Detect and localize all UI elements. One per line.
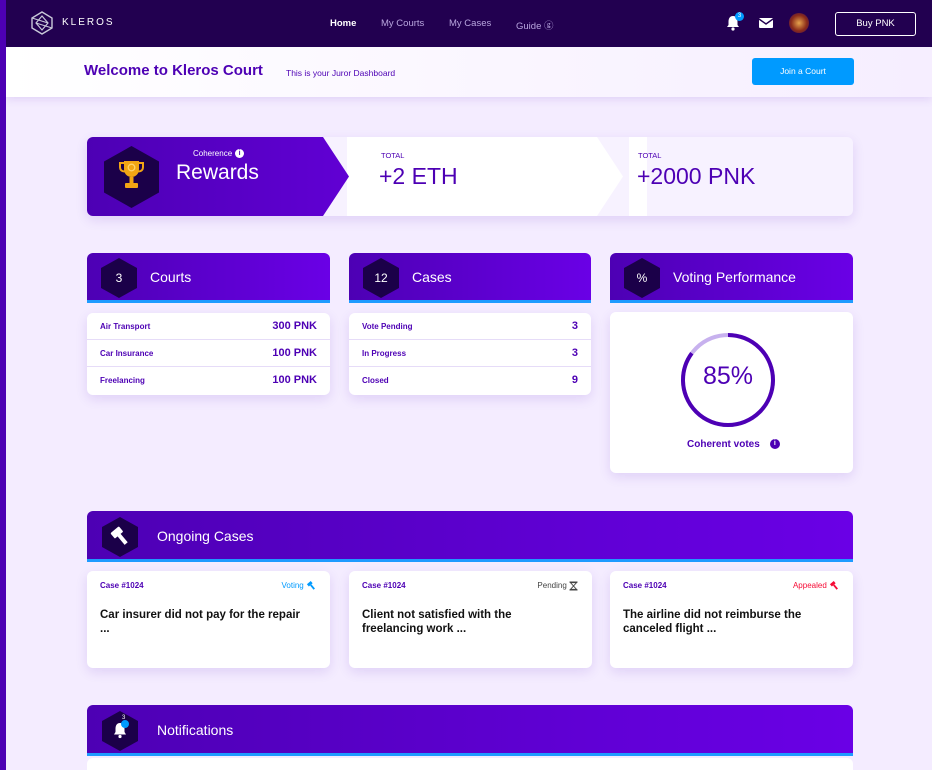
performance-card-header: % Voting Performance: [610, 253, 853, 303]
coherent-votes-label: Coherent votes: [687, 439, 760, 450]
mail-icon[interactable]: [757, 14, 775, 32]
info-icon[interactable]: i: [769, 439, 780, 450]
coherence-label: Coherence: [193, 149, 233, 158]
rewards-title: Rewards: [176, 161, 259, 184]
courts-count-hexagon: 3: [101, 258, 137, 298]
welcome-bar: Welcome to Kleros Court This is your Jur…: [6, 47, 932, 97]
cases-list: Vote Pending 3 In Progress 3 Closed 9: [349, 313, 591, 395]
list-item[interactable]: Freelancing 100 PNK: [87, 367, 330, 394]
pnk-total-value: +2000 PNK: [637, 163, 756, 189]
trophy-icon: [119, 161, 144, 188]
case-status-count: 3: [571, 347, 578, 359]
case-status: Appealed: [793, 581, 839, 591]
case-status-name: In Progress: [362, 349, 407, 358]
notifications-badge-count: 3: [122, 715, 126, 721]
page-title: Welcome to Kleros Court: [84, 62, 263, 79]
court-name: Air Transport: [100, 322, 151, 331]
ongoing-cases-header: Ongoing Cases: [87, 511, 853, 562]
notifications-title: Notifications: [157, 722, 234, 738]
cases-count-hexagon: 12: [363, 258, 399, 298]
app-page: KLEROS Home My Courts My Cases Guide ⓖ 3…: [6, 0, 932, 770]
case-description: The airline did not reimburse the cancel…: [623, 609, 802, 635]
bell-icon: [114, 720, 129, 739]
nav-my-cases-link[interactable]: My Cases: [449, 18, 491, 29]
list-item[interactable]: Closed 9: [349, 367, 591, 394]
page-subtitle: This is your Juror Dashboard: [286, 68, 396, 78]
case-status-name: Vote Pending: [362, 322, 413, 331]
gavel-icon: [110, 526, 128, 545]
percent-hexagon: %: [624, 258, 660, 298]
join-court-button[interactable]: Join a Court: [752, 58, 854, 85]
court-stake: 300 PNK: [272, 320, 317, 332]
case-id: Case #1024: [623, 581, 667, 590]
gavel-hexagon: [102, 517, 138, 557]
case-card[interactable]: Case #1024 Pending Client not satisfied …: [349, 571, 592, 668]
buy-pnk-button[interactable]: Buy PNK: [835, 12, 916, 36]
ongoing-cases-title: Ongoing Cases: [157, 528, 254, 544]
court-stake: 100 PNK: [272, 374, 317, 386]
performance-card: 85% Coherent votes i: [610, 312, 853, 473]
courts-list: Air Transport 300 PNK Car Insurance 100 …: [87, 313, 330, 395]
list-item[interactable]: Air Transport 300 PNK: [87, 313, 330, 340]
logo-text: KLEROS: [62, 17, 115, 28]
hourglass-icon: [569, 581, 578, 591]
case-status-text: Voting: [281, 581, 304, 591]
list-item[interactable]: Vote Pending 3: [349, 313, 591, 340]
notifications-header: 3 Notifications: [87, 705, 853, 756]
case-status-text: Appealed: [792, 581, 827, 591]
case-description: Client not satisfied with the freelancin…: [362, 609, 512, 635]
case-status: Voting: [282, 581, 316, 591]
pnk-total-label: TOTAL: [638, 151, 662, 160]
gavel-icon: [829, 581, 838, 590]
case-status-name: Closed: [362, 376, 389, 385]
case-id: Case #1024: [100, 581, 144, 590]
case-description: Car insurer did not pay for the repair .…: [100, 609, 301, 635]
nav-my-courts-link[interactable]: My Courts: [381, 18, 424, 29]
case-status-count: 9: [571, 374, 578, 386]
courts-card-header[interactable]: 3 Courts: [87, 253, 330, 303]
performance-title: Voting Performance: [673, 269, 796, 285]
court-stake: 100 PNK: [272, 347, 317, 359]
coherence-percent: 85%: [702, 362, 754, 390]
rewards-banner: Coherence i Rewards TOTAL +2 ETH TOTAL +2…: [87, 137, 853, 216]
court-name: Car Insurance: [100, 349, 154, 358]
case-status-text: Pending: [537, 581, 567, 591]
kleros-logo-icon[interactable]: [30, 11, 54, 35]
case-card[interactable]: Case #1024 Voting Car insurer did not pa…: [87, 571, 330, 668]
rewards-title-panel: Coherence i Rewards: [87, 137, 349, 216]
list-item[interactable]: Car Insurance 100 PNK: [87, 340, 330, 367]
eth-total-value: +2 ETH: [379, 163, 458, 189]
nav-home-link[interactable]: Home: [330, 18, 356, 29]
info-icon[interactable]: i: [235, 149, 245, 159]
case-status: Pending: [537, 581, 578, 591]
bell-hexagon: 3: [102, 711, 138, 751]
eth-total-label: TOTAL: [381, 151, 405, 160]
list-item[interactable]: In Progress 3: [349, 340, 591, 367]
case-status-count: 3: [571, 320, 578, 332]
case-id: Case #1024: [362, 581, 406, 590]
top-navbar: KLEROS Home My Courts My Cases Guide ⓖ 3…: [6, 0, 932, 47]
cases-card-header[interactable]: 12 Cases: [349, 253, 591, 303]
coherence-label-wrap: Coherence i: [193, 149, 245, 159]
case-card[interactable]: Case #1024 Appealed The airline did not …: [610, 571, 853, 668]
avatar[interactable]: [789, 13, 809, 33]
coherent-votes-label-wrap: Coherent votes i: [687, 439, 780, 450]
notification-badge: 3: [735, 12, 744, 21]
gavel-icon: [306, 581, 315, 590]
nav-guide-link[interactable]: Guide ⓖ: [516, 18, 554, 32]
cases-title: Cases: [412, 269, 452, 285]
notifications-list: [87, 758, 853, 770]
court-name: Freelancing: [100, 376, 145, 385]
courts-title: Courts: [150, 269, 192, 285]
